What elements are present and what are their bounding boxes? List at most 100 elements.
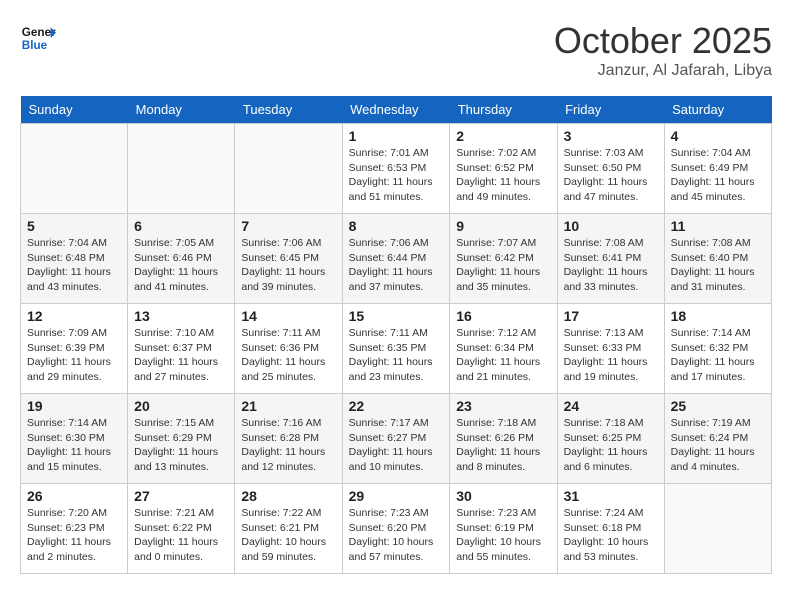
calendar-cell: 16 Sunrise: 7:12 AMSunset: 6:34 PMDayligh…	[450, 304, 557, 394]
page-header: General Blue October 2025 Janzur, Al Jaf…	[20, 20, 772, 80]
day-number: 31	[564, 488, 658, 504]
calendar-week-2: 5 Sunrise: 7:04 AMSunset: 6:48 PMDaylight…	[21, 214, 772, 304]
day-number: 18	[671, 308, 765, 324]
calendar-week-4: 19 Sunrise: 7:14 AMSunset: 6:30 PMDayligh…	[21, 394, 772, 484]
day-number: 6	[134, 218, 228, 234]
calendar-cell: 5 Sunrise: 7:04 AMSunset: 6:48 PMDaylight…	[21, 214, 128, 304]
calendar-week-5: 26 Sunrise: 7:20 AMSunset: 6:23 PMDayligh…	[21, 484, 772, 574]
day-detail: Sunrise: 7:20 AMSunset: 6:23 PMDaylight:…	[27, 506, 121, 565]
day-detail: Sunrise: 7:17 AMSunset: 6:27 PMDaylight:…	[349, 416, 444, 475]
calendar-cell: 6Sunrise: 7:05 AMSunset: 6:46 PMDaylight…	[128, 214, 235, 304]
weekday-header-tuesday: Tuesday	[235, 96, 342, 124]
location: Janzur, Al Jafarah, Libya	[554, 62, 772, 80]
day-number: 24	[564, 398, 658, 414]
day-detail: Sunrise: 7:18 AMSunset: 6:26 PMDaylight:…	[456, 416, 550, 475]
day-number: 19	[27, 398, 121, 414]
calendar-cell: 23Sunrise: 7:18 AMSunset: 6:26 PMDayligh…	[450, 394, 557, 484]
calendar-week-3: 12Sunrise: 7:09 AMSunset: 6:39 PMDayligh…	[21, 304, 772, 394]
calendar-cell: 22 Sunrise: 7:17 AMSunset: 6:27 PMDayligh…	[342, 394, 450, 484]
day-detail: Sunrise: 7:03 AMSunset: 6:50 PMDaylight:…	[564, 146, 658, 205]
day-number: 30	[456, 488, 550, 504]
day-number: 10	[564, 218, 658, 234]
day-number: 2	[456, 128, 550, 144]
day-number: 25	[671, 398, 765, 414]
day-number: 1	[349, 128, 444, 144]
day-detail: Sunrise: 7:16 AMSunset: 6:28 PMDaylight:…	[241, 416, 335, 475]
logo-icon: General Blue	[20, 20, 56, 56]
calendar-cell	[128, 124, 235, 214]
calendar-cell: 17 Sunrise: 7:13 AMSunset: 6:33 PMDayligh…	[557, 304, 664, 394]
calendar-table: SundayMondayTuesdayWednesdayThursdayFrid…	[20, 96, 772, 574]
day-detail: Sunrise: 7:11 AMSunset: 6:35 PMDaylight:…	[349, 326, 444, 385]
day-number: 4	[671, 128, 765, 144]
calendar-cell: 27 Sunrise: 7:21 AMSunset: 6:22 PMDayligh…	[128, 484, 235, 574]
day-detail: Sunrise: 7:04 AMSunset: 6:48 PMDaylight:…	[27, 236, 121, 295]
calendar-cell: 14 Sunrise: 7:11 AMSunset: 6:36 PMDayligh…	[235, 304, 342, 394]
day-number: 16	[456, 308, 550, 324]
calendar-cell: 9Sunrise: 7:07 AMSunset: 6:42 PMDaylight…	[450, 214, 557, 304]
calendar-cell: 11 Sunrise: 7:08 AMSunset: 6:40 PMDayligh…	[664, 214, 771, 304]
day-detail: Sunrise: 7:08 AMSunset: 6:40 PMDaylight:…	[671, 236, 765, 295]
calendar-cell: 1 Sunrise: 7:01 AMSunset: 6:53 PMDaylight…	[342, 124, 450, 214]
day-detail: Sunrise: 7:13 AMSunset: 6:33 PMDaylight:…	[564, 326, 658, 385]
calendar-cell: 18 Sunrise: 7:14 AMSunset: 6:32 PMDayligh…	[664, 304, 771, 394]
day-detail: Sunrise: 7:19 AMSunset: 6:24 PMDaylight:…	[671, 416, 765, 475]
day-detail: Sunrise: 7:18 AMSunset: 6:25 PMDaylight:…	[564, 416, 658, 475]
calendar-cell: 26 Sunrise: 7:20 AMSunset: 6:23 PMDayligh…	[21, 484, 128, 574]
day-number: 12	[27, 308, 121, 324]
day-detail: Sunrise: 7:14 AMSunset: 6:30 PMDaylight:…	[27, 416, 121, 475]
weekday-header-row: SundayMondayTuesdayWednesdayThursdayFrid…	[21, 96, 772, 124]
day-number: 20	[134, 398, 228, 414]
day-number: 27	[134, 488, 228, 504]
calendar-cell	[235, 124, 342, 214]
day-detail: Sunrise: 7:02 AMSunset: 6:52 PMDaylight:…	[456, 146, 550, 205]
logo: General Blue	[20, 20, 56, 56]
day-detail: Sunrise: 7:12 AMSunset: 6:34 PMDaylight:…	[456, 326, 550, 385]
calendar-cell	[664, 484, 771, 574]
calendar-cell: 19 Sunrise: 7:14 AMSunset: 6:30 PMDayligh…	[21, 394, 128, 484]
day-detail: Sunrise: 7:11 AMSunset: 6:36 PMDaylight:…	[241, 326, 335, 385]
day-detail: Sunrise: 7:04 AMSunset: 6:49 PMDaylight:…	[671, 146, 765, 205]
day-detail: Sunrise: 7:15 AMSunset: 6:29 PMDaylight:…	[134, 416, 228, 475]
day-number: 21	[241, 398, 335, 414]
day-number: 17	[564, 308, 658, 324]
day-number: 14	[241, 308, 335, 324]
day-number: 3	[564, 128, 658, 144]
calendar-cell: 31Sunrise: 7:24 AMSunset: 6:18 PMDayligh…	[557, 484, 664, 574]
day-number: 5	[27, 218, 121, 234]
month-title: October 2025	[554, 20, 772, 62]
day-number: 13	[134, 308, 228, 324]
day-detail: Sunrise: 7:23 AMSunset: 6:19 PMDaylight:…	[456, 506, 550, 565]
weekday-header-saturday: Saturday	[664, 96, 771, 124]
calendar-cell: 21 Sunrise: 7:16 AMSunset: 6:28 PMDayligh…	[235, 394, 342, 484]
day-detail: Sunrise: 7:01 AMSunset: 6:53 PMDaylight:…	[349, 146, 444, 205]
day-number: 26	[27, 488, 121, 504]
day-number: 7	[241, 218, 335, 234]
day-detail: Sunrise: 7:14 AMSunset: 6:32 PMDaylight:…	[671, 326, 765, 385]
calendar-week-1: 1 Sunrise: 7:01 AMSunset: 6:53 PMDaylight…	[21, 124, 772, 214]
calendar-cell: 28Sunrise: 7:22 AMSunset: 6:21 PMDayligh…	[235, 484, 342, 574]
calendar-cell: 12Sunrise: 7:09 AMSunset: 6:39 PMDayligh…	[21, 304, 128, 394]
calendar-cell: 30 Sunrise: 7:23 AMSunset: 6:19 PMDayligh…	[450, 484, 557, 574]
weekday-header-wednesday: Wednesday	[342, 96, 450, 124]
weekday-header-sunday: Sunday	[21, 96, 128, 124]
day-number: 15	[349, 308, 444, 324]
day-detail: Sunrise: 7:21 AMSunset: 6:22 PMDaylight:…	[134, 506, 228, 565]
calendar-cell: 13Sunrise: 7:10 AMSunset: 6:37 PMDayligh…	[128, 304, 235, 394]
day-number: 9	[456, 218, 550, 234]
day-number: 11	[671, 218, 765, 234]
title-block: October 2025 Janzur, Al Jafarah, Libya	[554, 20, 772, 80]
day-detail: Sunrise: 7:08 AMSunset: 6:41 PMDaylight:…	[564, 236, 658, 295]
day-detail: Sunrise: 7:06 AMSunset: 6:44 PMDaylight:…	[349, 236, 444, 295]
svg-text:Blue: Blue	[22, 39, 48, 52]
calendar-cell: 20 Sunrise: 7:15 AMSunset: 6:29 PMDayligh…	[128, 394, 235, 484]
day-number: 28	[241, 488, 335, 504]
calendar-cell: 29Sunrise: 7:23 AMSunset: 6:20 PMDayligh…	[342, 484, 450, 574]
day-detail: Sunrise: 7:06 AMSunset: 6:45 PMDaylight:…	[241, 236, 335, 295]
calendar-cell: 10 Sunrise: 7:08 AMSunset: 6:41 PMDayligh…	[557, 214, 664, 304]
day-detail: Sunrise: 7:23 AMSunset: 6:20 PMDaylight:…	[349, 506, 444, 565]
calendar-cell: 2 Sunrise: 7:02 AMSunset: 6:52 PMDaylight…	[450, 124, 557, 214]
day-number: 22	[349, 398, 444, 414]
calendar-cell: 15 Sunrise: 7:11 AMSunset: 6:35 PMDayligh…	[342, 304, 450, 394]
calendar-cell: 4 Sunrise: 7:04 AMSunset: 6:49 PMDaylight…	[664, 124, 771, 214]
